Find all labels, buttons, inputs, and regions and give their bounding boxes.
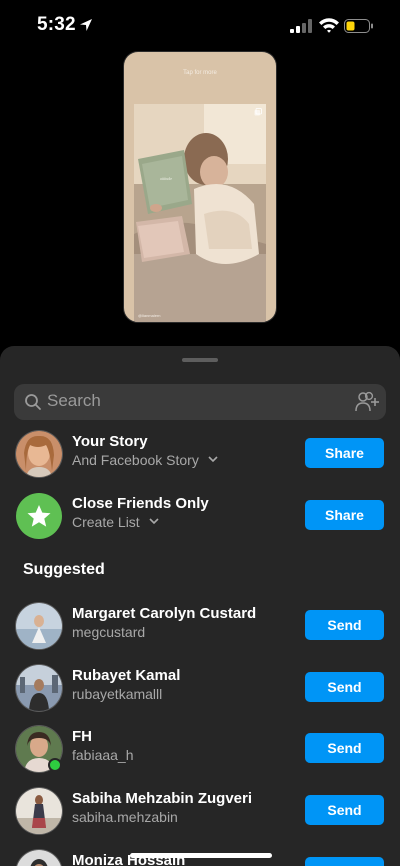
online-status-dot [48, 758, 62, 772]
contact-row[interactable]: Margaret Carolyn Custard megcustard Send [0, 599, 400, 653]
svg-text:attitude: attitude [160, 176, 172, 181]
search-icon [25, 394, 41, 410]
story-photo: attitude @lianmalern [134, 104, 266, 322]
sheet-grabber[interactable] [182, 358, 218, 362]
chevron-down-icon [208, 456, 218, 463]
contact-row[interactable]: Rubayet Kamal rubayetkamalll Send [0, 661, 400, 715]
send-button[interactable]: Send [305, 733, 384, 763]
share-button[interactable]: Share [305, 500, 384, 530]
location-arrow-icon [80, 19, 92, 31]
contact-name: Margaret Carolyn Custard [72, 605, 257, 622]
avatar [16, 665, 62, 711]
contact-name: Sabiha Mehzabin Zugveri [72, 790, 253, 807]
share-target-subtitle: And Facebook Story [72, 452, 199, 468]
avatar [16, 788, 62, 834]
home-indicator[interactable] [130, 853, 272, 858]
close-friends-avatar [16, 493, 62, 539]
contact-username: fabiaaa_h [72, 747, 134, 763]
search-input[interactable] [47, 391, 337, 411]
battery-low-icon [344, 19, 373, 33]
status-bar: 5:32 [0, 0, 400, 52]
contact-username: rubayetkamalll [72, 686, 163, 702]
cellular-signal-icon [290, 19, 312, 33]
search-bar[interactable] [14, 384, 386, 420]
share-target-title: Close Friends Only [72, 495, 209, 512]
story-subtitle[interactable]: And Facebook Story [72, 452, 218, 468]
send-button[interactable]: Send [305, 610, 384, 640]
suggested-heading: Suggested [23, 561, 105, 578]
create-list-link[interactable]: Create List [72, 514, 159, 530]
avatar [16, 850, 62, 866]
avatar [16, 603, 62, 649]
chevron-down-icon [149, 518, 159, 525]
contact-username: sabiha.mehzabin [72, 809, 178, 825]
send-button[interactable]: Send [305, 857, 384, 866]
story-preview[interactable]: Tap for more attitude @lianmalern [124, 52, 276, 322]
share-sheet: Your Story And Facebook Story Share Clos… [0, 346, 400, 866]
contact-username: megcustard [72, 624, 146, 640]
add-people-icon[interactable] [354, 390, 380, 414]
send-button[interactable]: Send [305, 795, 384, 825]
wifi-icon [319, 18, 339, 33]
your-story-row[interactable]: Your Story And Facebook Story Share [0, 427, 400, 481]
send-button[interactable]: Send [305, 672, 384, 702]
share-target-subtitle: Create List [72, 514, 140, 530]
status-time: 5:32 [37, 14, 76, 35]
close-friends-row[interactable]: Close Friends Only Create List Share [0, 489, 400, 543]
contact-name: FH [72, 728, 92, 745]
share-button[interactable]: Share [305, 438, 384, 468]
photo-credit-handle: @lianmalern [138, 313, 161, 318]
contact-row[interactable]: Sabiha Mehzabin Zugveri sabiha.mehzabin … [0, 784, 400, 838]
share-target-title: Your Story [72, 433, 148, 450]
star-icon [27, 505, 51, 527]
reading-woman-image: attitude [134, 104, 266, 322]
tap-for-more-hint: Tap for more [183, 70, 217, 76]
avatar [16, 431, 62, 477]
multiple-photos-icon [254, 108, 262, 116]
contact-name: Rubayet Kamal [72, 667, 181, 684]
